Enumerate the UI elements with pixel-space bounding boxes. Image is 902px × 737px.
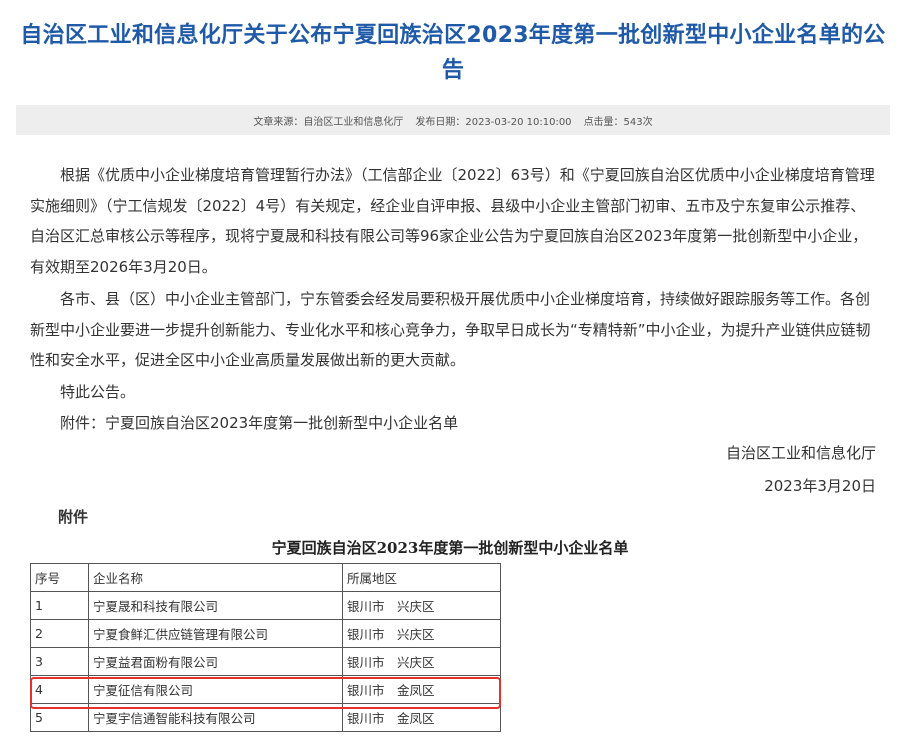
attachment-link[interactable]: 附件：宁夏回族自治区2023年度第一批创新型中小企业名单 [60, 408, 902, 439]
body-paragraph-1: 根据《优质中小企业梯度培育管理暂行办法》（工信部企业〔2022〕63号）和《宁夏… [30, 166, 875, 276]
row-highlight-box [30, 677, 501, 709]
article-meta-bar: 文章来源：自治区工业和信息化厅 发布日期：2023-03-20 10:10:00… [16, 105, 890, 135]
cell-index: 3 [30, 647, 89, 676]
header-cell-index: 序号 [30, 563, 89, 592]
cell-region: 银川市 兴庆区 [342, 619, 501, 648]
table-title: 宁夏回族自治区2023年度第一批创新型中小企业名单 [271, 539, 629, 557]
table-row: 1 宁夏晟和科技有限公司 银川市 兴庆区 [30, 591, 501, 620]
cell-name: 宁夏食鲜汇供应链管理有限公司 [88, 619, 343, 648]
cell-region: 银川市 兴庆区 [342, 591, 501, 620]
cell-region: 银川市 兴庆区 [342, 647, 501, 676]
body-paragraph-2: 各市、县（区）中小企业主管部门，宁东管委会经发局要积极开展优质中小企业梯度培育，… [30, 290, 871, 369]
attachment-heading: 附件 [58, 508, 89, 526]
header-cell-name: 企业名称 [88, 563, 343, 592]
table-row: 3 宁夏益君面粉有限公司 银川市 兴庆区 [30, 647, 501, 676]
cell-name: 宁夏晟和科技有限公司 [88, 591, 343, 620]
cell-index: 2 [30, 619, 89, 648]
body-paragraph-closing: 特此公告。 [60, 383, 136, 401]
table-row: 2 宁夏食鲜汇供应链管理有限公司 银川市 兴庆区 [30, 619, 501, 648]
cell-index: 1 [30, 591, 89, 620]
cell-name: 宁夏益君面粉有限公司 [88, 647, 343, 676]
page-title: 自治区工业和信息化厅关于公布宁夏回族治区2023年度第一批创新型中小企业名单的公… [20, 23, 886, 83]
view-count: 点击量：543次 [583, 116, 653, 128]
signature-date: 2023年3月20日 [764, 477, 876, 495]
signature-org: 自治区工业和信息化厅 [725, 444, 876, 462]
article-source: 文章来源：自治区工业和信息化厅 [253, 116, 404, 128]
publish-date: 发布日期：2023-03-20 10:10:00 [415, 116, 572, 128]
table-header-row: 序号 企业名称 所属地区 [30, 563, 501, 592]
header-cell-region: 所属地区 [342, 563, 501, 592]
